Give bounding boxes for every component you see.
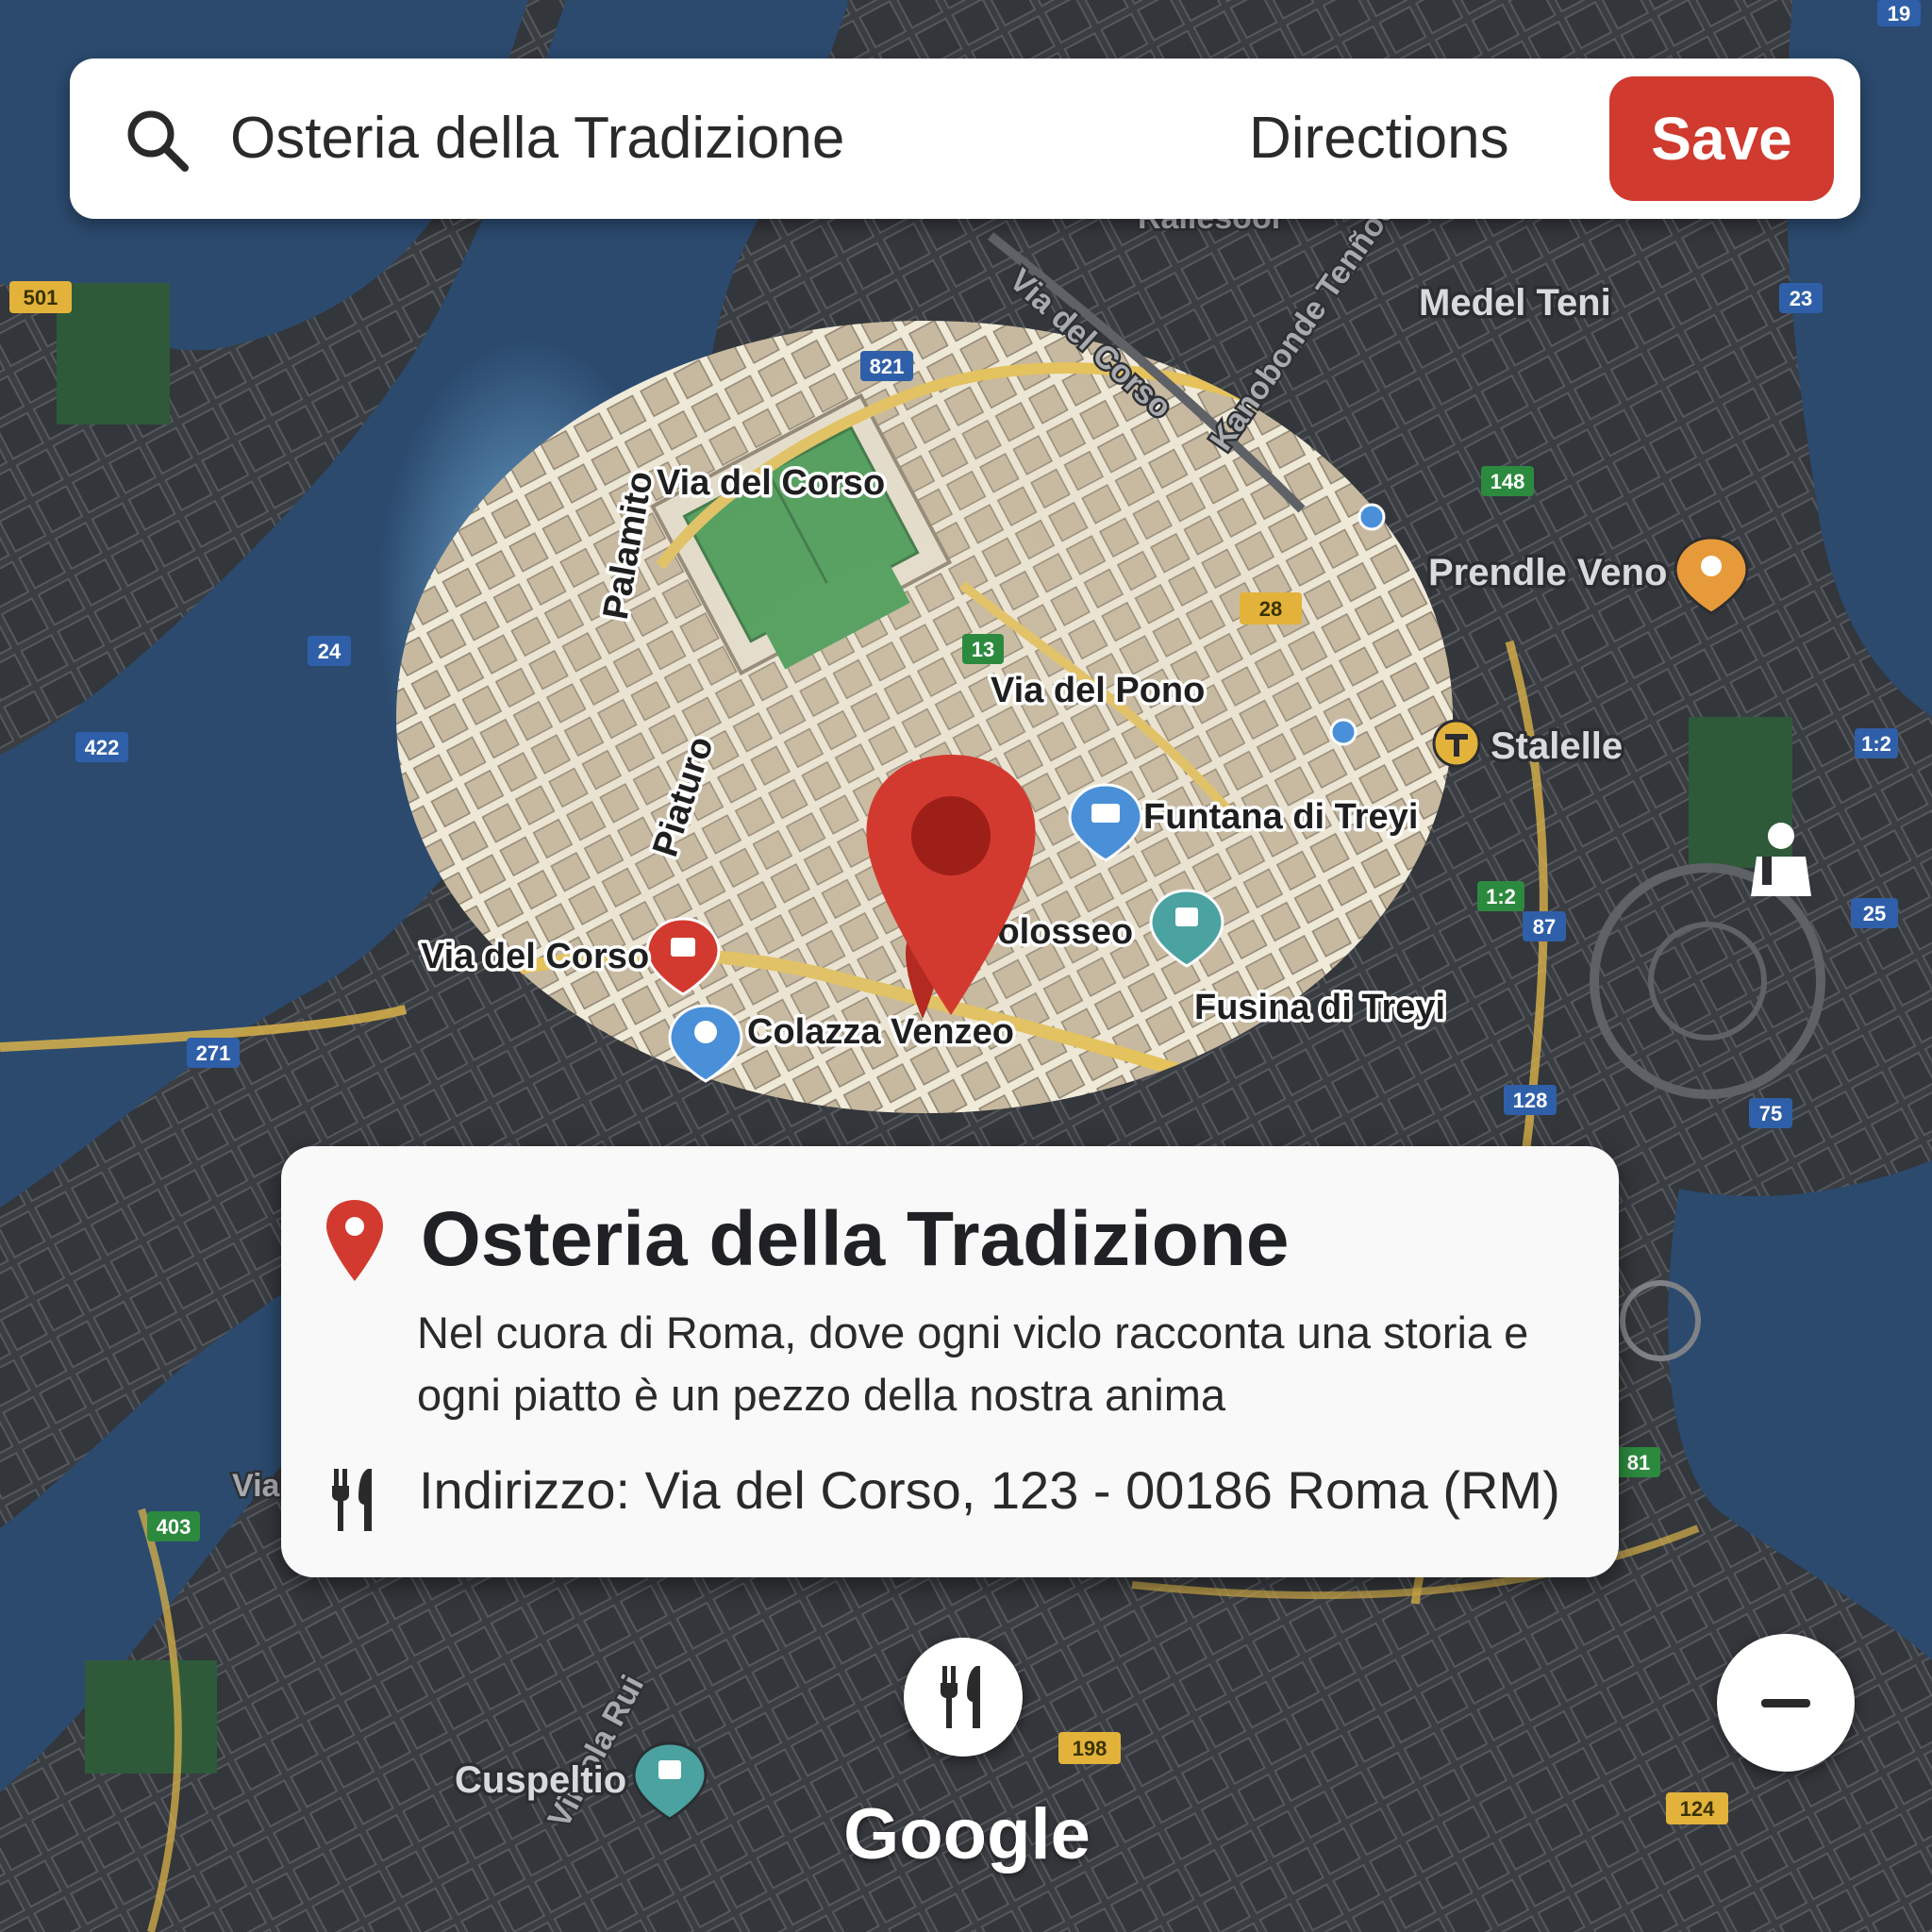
- svg-text:25: 25: [1863, 902, 1886, 925]
- svg-text:501: 501: [24, 286, 58, 309]
- search-icon[interactable]: [123, 106, 191, 174]
- svg-text:Cuspeltio: Cuspeltio: [455, 1759, 626, 1801]
- svg-text:28: 28: [1259, 597, 1282, 621]
- fork-knife-icon: [941, 1666, 980, 1728]
- svg-text:75: 75: [1759, 1102, 1782, 1125]
- svg-text:13: 13: [972, 638, 994, 661]
- park: [57, 283, 170, 425]
- poi-stalelle[interactable]: Stalelle: [1432, 719, 1626, 771]
- svg-text:87: 87: [1533, 915, 1556, 939]
- place-title: Osteria della Tradizione: [421, 1196, 1290, 1282]
- svg-text:Funtana di Treyi: Funtana di Treyi: [1143, 797, 1418, 837]
- place-address: Indirizzo: Via del Corso, 123 - 00186 Ro…: [419, 1460, 1560, 1520]
- street-label: Via: [232, 1468, 281, 1504]
- park: [85, 1660, 217, 1774]
- minus-icon: [1761, 1699, 1810, 1707]
- svg-text:1:2: 1:2: [1486, 885, 1516, 908]
- search-input[interactable]: Osteria della Tradizione: [230, 58, 844, 219]
- svg-text:403: 403: [157, 1515, 192, 1539]
- google-logo: Google: [843, 1794, 1091, 1874]
- directions-button[interactable]: Directions: [1249, 58, 1509, 219]
- svg-text:81: 81: [1627, 1451, 1650, 1474]
- place-info-card[interactable]: Osteria della Tradizione Nel cuora di Ro…: [281, 1146, 1619, 1577]
- fork-knife-icon: [332, 1469, 372, 1531]
- svg-text:128: 128: [1513, 1089, 1548, 1112]
- svg-text:19: 19: [1888, 2, 1910, 25]
- poi-label-via-del-corso-top[interactable]: Via del Corso: [654, 460, 889, 507]
- zoom-out-button[interactable]: [1717, 1634, 1855, 1772]
- map-pin-icon: [326, 1200, 383, 1281]
- svg-text:124: 124: [1680, 1797, 1715, 1821]
- svg-text:Colazza Venzeo: Colazza Venzeo: [747, 1012, 1014, 1052]
- svg-text:422: 422: [85, 736, 120, 759]
- transit-dot[interactable]: [1357, 503, 1386, 531]
- poi-label-via-del-pono[interactable]: Via del Pono: [988, 668, 1208, 714]
- svg-text:198: 198: [1073, 1737, 1108, 1760]
- search-bar: Osteria della Tradizione Directions Save: [70, 58, 1860, 219]
- svg-text:Via del Corso: Via del Corso: [421, 937, 649, 976]
- transit-dot[interactable]: [1329, 718, 1357, 746]
- map-screen: 821 24 422 271 13 28 148 23 1:2 1:2 25 8…: [0, 0, 1932, 1932]
- svg-text:821: 821: [870, 355, 905, 378]
- svg-text:271: 271: [196, 1041, 231, 1065]
- svg-text:23: 23: [1790, 287, 1812, 310]
- svg-text:24: 24: [318, 640, 341, 663]
- poi-label-medel-teni[interactable]: Medel Teni: [1416, 279, 1615, 327]
- svg-text:Stalelle: Stalelle: [1491, 725, 1623, 767]
- svg-text:1:2: 1:2: [1861, 732, 1891, 756]
- restaurant-category-button[interactable]: [904, 1638, 1023, 1757]
- save-button[interactable]: Save: [1609, 76, 1834, 201]
- svg-text:148: 148: [1491, 470, 1525, 493]
- svg-text:Prendle Veno: Prendle Veno: [1428, 552, 1667, 593]
- poi-label-fusina-di-treyi[interactable]: Fusina di Treyi: [1191, 985, 1449, 1031]
- place-description: Nel cuora di Roma, dove ogni viclo racco…: [417, 1307, 1529, 1420]
